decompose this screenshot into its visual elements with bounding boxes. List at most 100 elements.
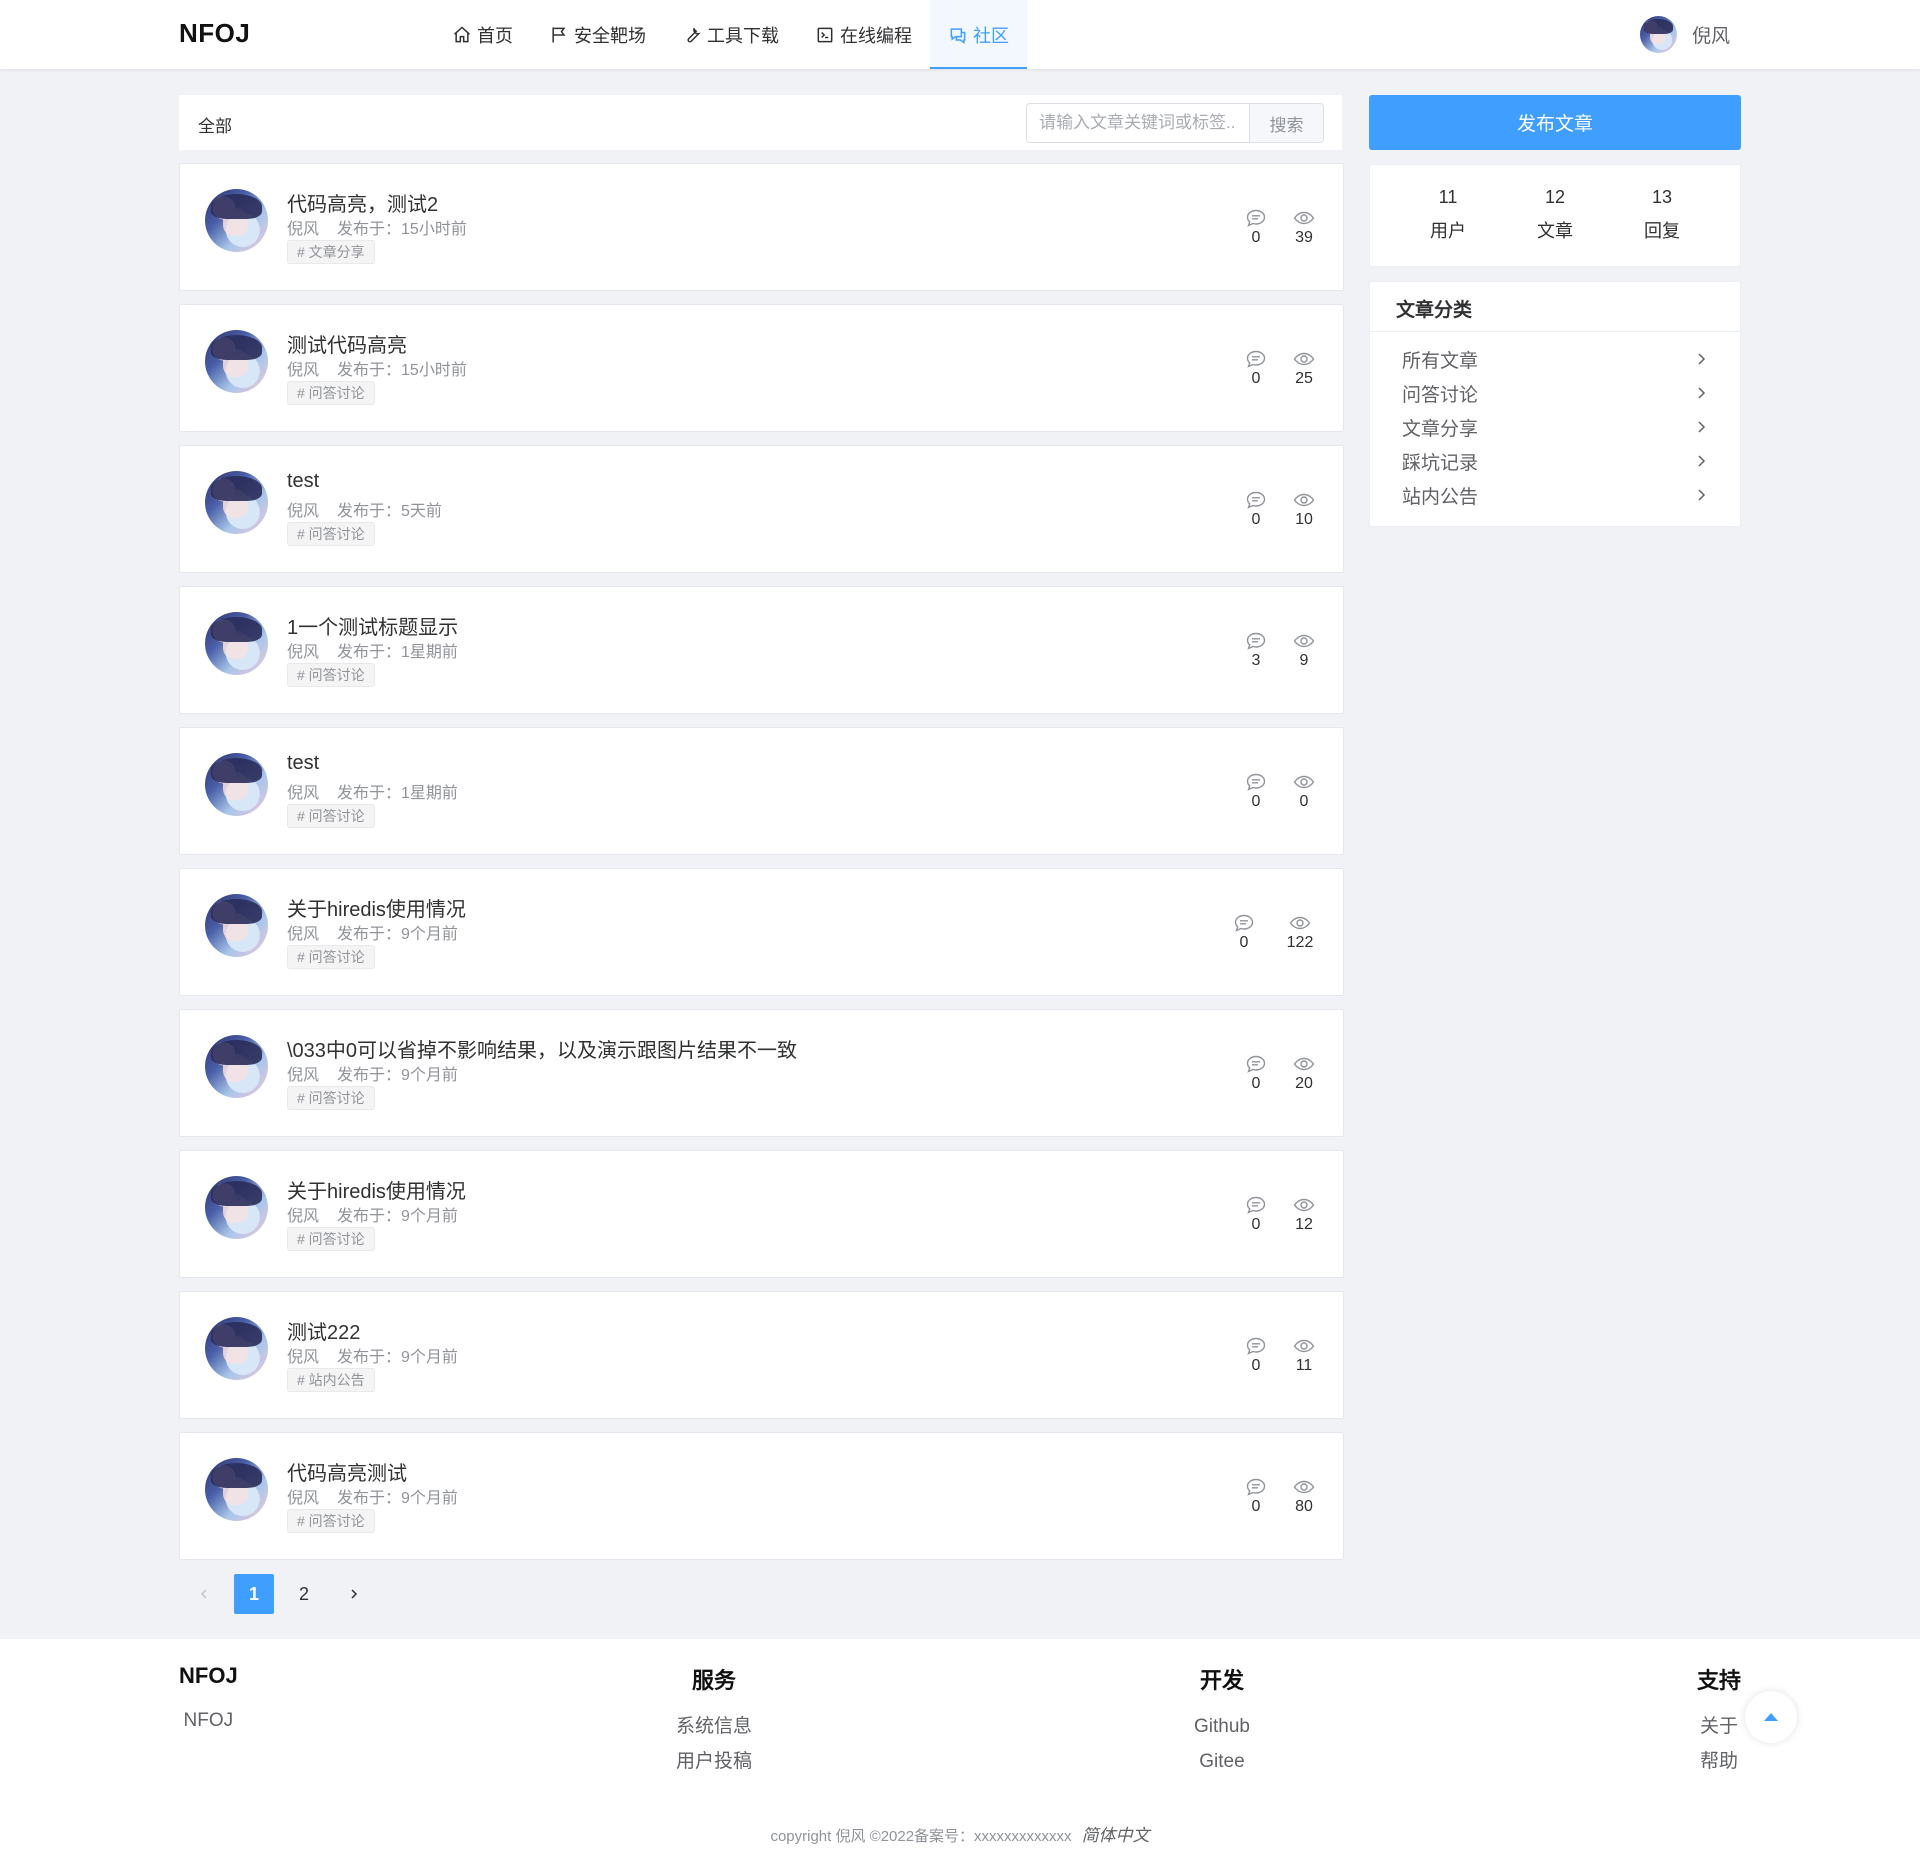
publish-article-button[interactable]: 发布文章 (1369, 95, 1741, 150)
post-time: 发布于：15小时前 (337, 221, 467, 238)
post-stats: 0 39 (1243, 208, 1317, 247)
eye-icon (1289, 916, 1311, 930)
avatar[interactable] (205, 330, 268, 393)
nav-item-community[interactable]: 社区 (930, 0, 1027, 69)
page-2-button[interactable]: 2 (284, 1574, 324, 1614)
post-stats: 0 11 (1243, 1336, 1317, 1375)
comment-icon (1246, 1196, 1266, 1214)
back-to-top-button[interactable] (1745, 1691, 1797, 1743)
avatar[interactable] (205, 894, 268, 957)
avatar[interactable] (205, 1458, 268, 1521)
user-menu[interactable]: 倪风 (1639, 16, 1730, 53)
nav-item-coding[interactable]: 在线编程 (797, 0, 930, 69)
eye-icon (1293, 1339, 1315, 1353)
post-tag[interactable]: # 问答讨论 (287, 1227, 375, 1251)
post-author[interactable]: 倪风 (287, 926, 319, 943)
eye-icon (1293, 1057, 1315, 1071)
post-tag[interactable]: # 问答讨论 (287, 663, 375, 687)
page-1-button[interactable]: 1 (234, 1574, 274, 1614)
category-item[interactable]: 所有文章 (1402, 342, 1740, 376)
post-author[interactable]: 倪风 (287, 1490, 319, 1507)
post-author[interactable]: 倪风 (287, 1208, 319, 1225)
nav-item-range[interactable]: 安全靶场 (531, 0, 664, 69)
post-title[interactable]: 测试222 (287, 1316, 360, 1345)
view-count: 39 (1291, 208, 1317, 247)
post-tag[interactable]: # 问答讨论 (287, 1086, 375, 1110)
search-button[interactable]: 搜索 (1249, 103, 1324, 143)
post-title[interactable]: test (287, 752, 319, 775)
filter-all[interactable]: 全部 (198, 112, 232, 137)
footer-link[interactable]: 关于 (1697, 1709, 1741, 1744)
post-card[interactable]: 关于hiredis使用情况 倪风 发布于：9个月前 # 问答讨论 0 122 (179, 868, 1344, 996)
avatar[interactable] (205, 1317, 268, 1380)
avatar[interactable] (205, 1035, 268, 1098)
avatar[interactable] (205, 471, 268, 534)
language-switch[interactable]: 简体中文 (1082, 1826, 1150, 1845)
avatar[interactable] (205, 1176, 268, 1239)
view-count-value: 25 (1295, 370, 1313, 387)
footer-link[interactable]: Github (1194, 1709, 1250, 1744)
post-card[interactable]: 代码高亮测试 倪风 发布于：9个月前 # 问答讨论 0 80 (179, 1432, 1344, 1560)
post-tag[interactable]: # 问答讨论 (287, 945, 375, 969)
nav-item-tools[interactable]: 工具下载 (664, 0, 797, 69)
prev-page-button[interactable] (184, 1574, 224, 1614)
post-author[interactable]: 倪风 (287, 644, 319, 661)
category-item[interactable]: 文章分享 (1402, 410, 1740, 444)
post-tag[interactable]: # 问答讨论 (287, 522, 375, 546)
nav-item-home[interactable]: 首页 (434, 0, 531, 69)
post-card[interactable]: \033中0可以省掉不影响结果，以及演示跟图片结果不一致 倪风 发布于：9个月前 # … (179, 1009, 1344, 1137)
comment-count-value: 0 (1251, 793, 1261, 810)
view-count-value: 122 (1286, 934, 1314, 951)
avatar[interactable] (1639, 16, 1677, 53)
post-title[interactable]: \033中0可以省掉不影响结果，以及演示跟图片结果不一致 (287, 1034, 797, 1063)
footer-link[interactable]: 帮助 (1697, 1744, 1741, 1779)
post-stats: 0 12 (1243, 1195, 1317, 1234)
post-tag[interactable]: # 问答讨论 (287, 1509, 375, 1533)
post-author[interactable]: 倪风 (287, 1067, 319, 1084)
post-author[interactable]: 倪风 (287, 785, 319, 802)
post-card[interactable]: test 倪风 发布于：5天前 # 问答讨论 0 10 (179, 445, 1344, 573)
post-card[interactable]: 代码高亮，测试2 倪风 发布于：15小时前 # 文章分享 0 39 (179, 163, 1344, 291)
post-card[interactable]: 测试222 倪风 发布于：9个月前 # 站内公告 0 11 (179, 1291, 1344, 1419)
post-tag[interactable]: # 文章分享 (287, 240, 375, 264)
next-page-button[interactable] (334, 1574, 374, 1614)
post-title[interactable]: 测试代码高亮 (287, 329, 407, 358)
post-author[interactable]: 倪风 (287, 221, 319, 238)
post-time: 发布于：1星期前 (337, 644, 458, 661)
avatar[interactable] (205, 753, 268, 816)
avatar[interactable] (205, 612, 268, 675)
footer-link[interactable]: NFOJ (179, 1703, 238, 1738)
caret-up-icon (1764, 1713, 1778, 1721)
post-author[interactable]: 倪风 (287, 1349, 319, 1366)
post-title[interactable]: 关于hiredis使用情况 (287, 1175, 466, 1204)
footer-link[interactable]: 用户投稿 (676, 1744, 752, 1779)
post-author[interactable]: 倪风 (287, 362, 319, 379)
comment-count-value: 0 (1251, 511, 1261, 528)
post-title[interactable]: 关于hiredis使用情况 (287, 893, 466, 922)
post-author[interactable]: 倪风 (287, 503, 319, 520)
category-item[interactable]: 问答讨论 (1402, 376, 1740, 410)
post-title[interactable]: 代码高亮，测试2 (287, 188, 438, 217)
post-card[interactable]: 关于hiredis使用情况 倪风 发布于：9个月前 # 问答讨论 0 12 (179, 1150, 1344, 1278)
site-logo[interactable]: NFOJ (179, 18, 250, 49)
search-input[interactable] (1026, 103, 1249, 143)
post-title[interactable]: 代码高亮测试 (287, 1457, 407, 1486)
category-item[interactable]: 踩坑记录 (1402, 444, 1740, 478)
stat-label: 回复 (1644, 221, 1680, 241)
footer-link[interactable]: Gitee (1194, 1744, 1250, 1779)
post-tag[interactable]: # 问答讨论 (287, 381, 375, 405)
post-tag[interactable]: # 问答讨论 (287, 804, 375, 828)
footer-col-support: 支持 关于 帮助 (1697, 1663, 1741, 1779)
post-card[interactable]: test 倪风 发布于：1星期前 # 问答讨论 0 0 (179, 727, 1344, 855)
post-title[interactable]: test (287, 470, 319, 493)
post-tag[interactable]: # 站内公告 (287, 1368, 375, 1392)
stat-number: 11 (1438, 187, 1458, 207)
footer-link[interactable]: 系统信息 (676, 1709, 752, 1744)
post-card[interactable]: 1一个测试标题显示 倪风 发布于：1星期前 # 问答讨论 3 9 (179, 586, 1344, 714)
comment-icon (1246, 209, 1266, 227)
view-count: 20 (1291, 1054, 1317, 1093)
avatar[interactable] (205, 189, 268, 252)
category-item[interactable]: 站内公告 (1402, 478, 1740, 512)
post-card[interactable]: 测试代码高亮 倪风 发布于：15小时前 # 问答讨论 0 25 (179, 304, 1344, 432)
post-title[interactable]: 1一个测试标题显示 (287, 611, 458, 640)
